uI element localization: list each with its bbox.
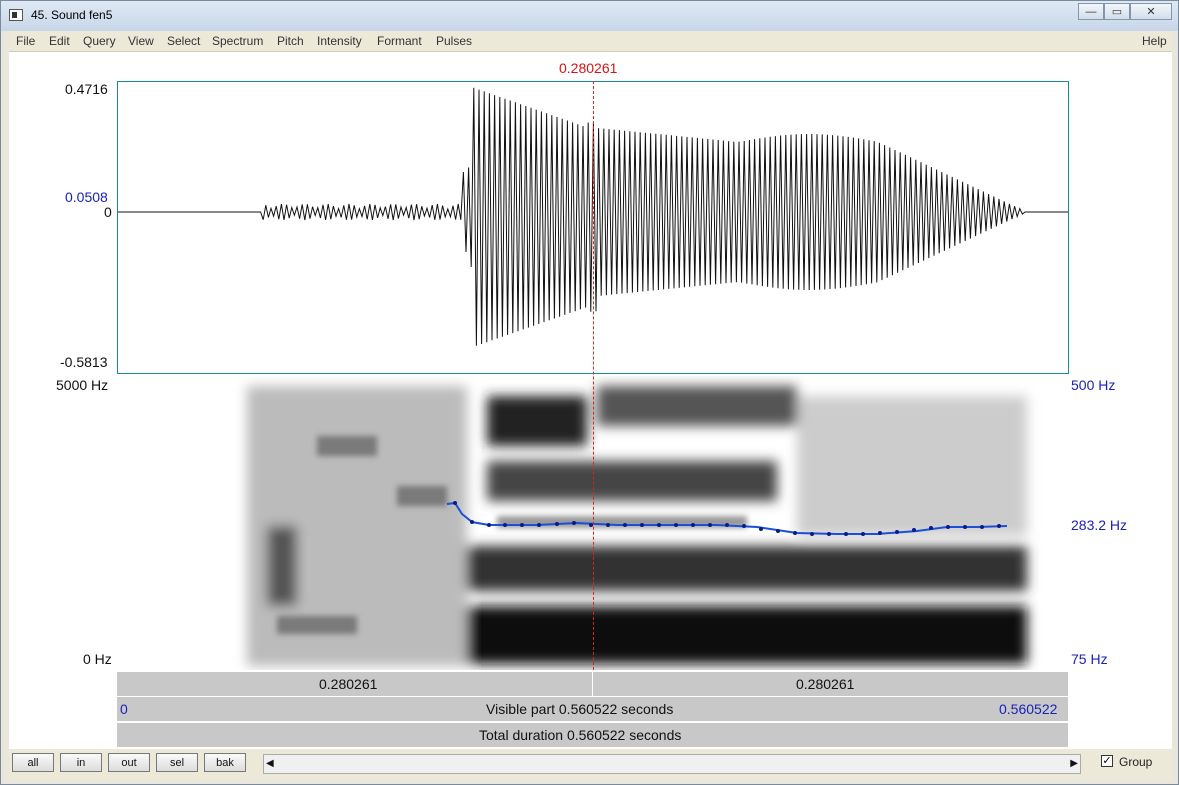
- zoom-out-button[interactable]: out: [108, 753, 150, 772]
- title-bar: 45. Sound fen5 — ▭ ✕: [1, 1, 1178, 31]
- group-label: Group: [1119, 755, 1153, 769]
- wave-ymax-label: 0.4716: [65, 81, 108, 97]
- zoom-back-button[interactable]: bak: [204, 753, 246, 772]
- menu-select[interactable]: Select: [167, 34, 200, 48]
- zoom-in-button[interactable]: in: [60, 753, 102, 772]
- pitch-top-label: 500 Hz: [1071, 377, 1116, 393]
- menu-spectrum[interactable]: Spectrum: [212, 34, 263, 48]
- scroll-right-icon[interactable]: ▶: [1070, 758, 1078, 769]
- zoom-sel-button[interactable]: sel: [156, 753, 198, 772]
- menu-query[interactable]: Query: [83, 34, 116, 48]
- close-button[interactable]: ✕: [1130, 3, 1172, 20]
- visible-part-bar[interactable]: 0 Visible part 0.560522 seconds 0.560522: [117, 696, 1068, 721]
- pitch-value-label: 283.2 Hz: [1071, 517, 1128, 533]
- wave-ymin-label: -0.5813: [60, 354, 108, 370]
- menu-file[interactable]: File: [16, 34, 35, 48]
- menu-help[interactable]: Help: [1142, 34, 1167, 48]
- minimize-button[interactable]: —: [1078, 3, 1104, 20]
- wave-zero-label: 0: [104, 204, 112, 220]
- bottom-toolbar: all in out sel bak ◀ ▶ ✓ Group: [9, 749, 1172, 779]
- total-duration-bar[interactable]: Total duration 0.560522 seconds: [117, 722, 1068, 747]
- segment-right-label: 0.280261: [796, 676, 855, 692]
- menu-bar: File Edit Query View Select Spectrum Pit…: [9, 31, 1172, 52]
- visible-part-label: Visible part 0.560522 seconds: [486, 701, 674, 717]
- menu-intensity[interactable]: Intensity: [317, 34, 362, 48]
- maximize-button[interactable]: ▭: [1104, 3, 1130, 20]
- visible-end-label: 0.560522: [999, 701, 1058, 717]
- window-title: 45. Sound fen5: [31, 8, 113, 22]
- segment-left-label: 0.280261: [319, 676, 378, 692]
- all-button[interactable]: all: [12, 753, 54, 772]
- scroll-left-icon[interactable]: ◀: [266, 758, 274, 769]
- segment-bar-left[interactable]: 0.280261: [117, 671, 592, 696]
- menu-edit[interactable]: Edit: [49, 34, 70, 48]
- window-icon: [9, 9, 23, 21]
- total-duration-label: Total duration 0.560522 seconds: [479, 727, 682, 743]
- visible-start-label: 0: [120, 701, 128, 717]
- spectro-freq-top-label: 5000 Hz: [56, 377, 109, 393]
- menu-pitch[interactable]: Pitch: [277, 34, 304, 48]
- menu-formant[interactable]: Formant: [377, 34, 422, 48]
- menu-view[interactable]: View: [128, 34, 154, 48]
- time-cursor: [593, 81, 594, 670]
- praat-sound-window: 45. Sound fen5 — ▭ ✕ File Edit Query Vie…: [0, 0, 1179, 785]
- segment-bar-right[interactable]: 0.280261: [593, 671, 1068, 696]
- spectro-freq-bottom-label: 0 Hz: [83, 651, 112, 667]
- group-checkbox[interactable]: ✓: [1101, 755, 1113, 767]
- time-scrollbar[interactable]: ◀ ▶: [263, 754, 1081, 774]
- wave-cursor-value-label: 0.0508: [65, 189, 108, 205]
- pitch-bottom-label: 75 Hz: [1071, 651, 1108, 667]
- window-controls: — ▭ ✕: [1078, 3, 1172, 21]
- menu-pulses[interactable]: Pulses: [436, 34, 472, 48]
- cursor-time-label: 0.280261: [559, 60, 618, 76]
